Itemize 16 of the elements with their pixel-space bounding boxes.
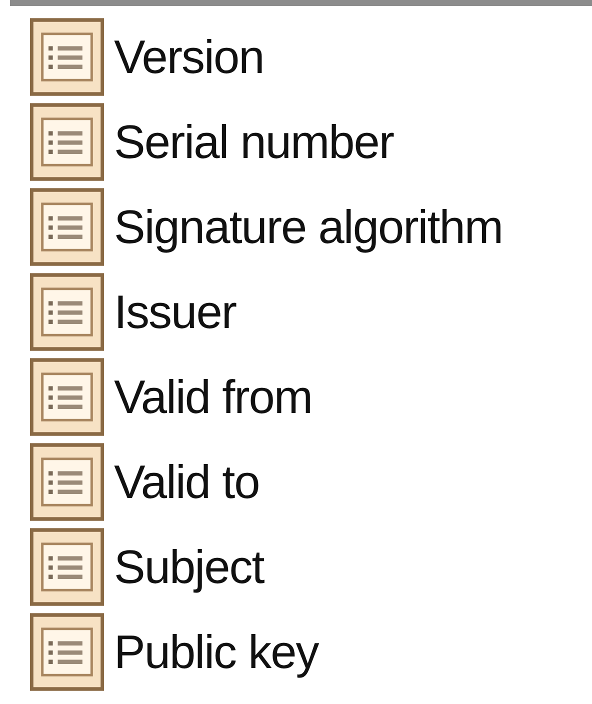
field-name[interactable]: Public key bbox=[114, 624, 318, 679]
field-icon bbox=[30, 358, 104, 436]
field-icon bbox=[30, 272, 104, 350]
field-name[interactable]: Valid from bbox=[114, 369, 312, 424]
field-name[interactable]: Version bbox=[114, 29, 264, 84]
field-icon bbox=[30, 442, 104, 520]
field-icon bbox=[30, 18, 104, 96]
field-icon bbox=[30, 528, 104, 606]
field-name[interactable]: Issuer bbox=[114, 284, 236, 339]
field-icon bbox=[30, 188, 104, 266]
field-icon bbox=[30, 102, 104, 180]
field-name[interactable]: Valid to bbox=[114, 454, 260, 509]
field-icon bbox=[30, 612, 104, 690]
field-name[interactable]: Subject bbox=[114, 539, 264, 594]
field-name[interactable]: Serial number bbox=[114, 114, 394, 169]
field-name[interactable]: Signature algorithm bbox=[114, 199, 503, 254]
